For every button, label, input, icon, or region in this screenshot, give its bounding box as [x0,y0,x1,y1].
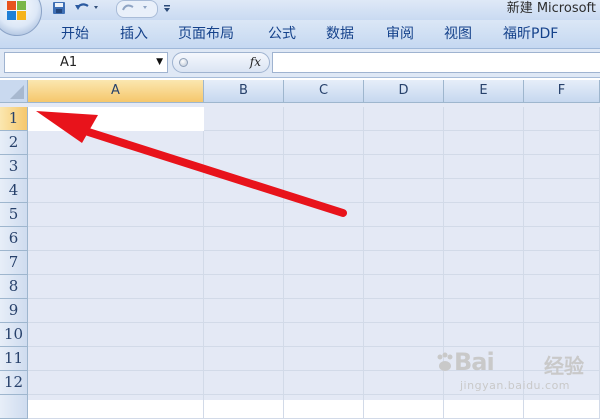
arrow-shaft [78,126,347,217]
watermark-suffix: 经验 [544,354,584,378]
paw-icon [437,352,453,371]
annotation-arrow [36,111,347,217]
watermark-url: jingyan.baidu.com [460,379,571,392]
watermark-brand: Bai [454,348,495,376]
arrow-head [36,111,98,143]
baidu-jingyan-watermark: Bai 经验 jingyan.baidu.com [434,348,594,396]
